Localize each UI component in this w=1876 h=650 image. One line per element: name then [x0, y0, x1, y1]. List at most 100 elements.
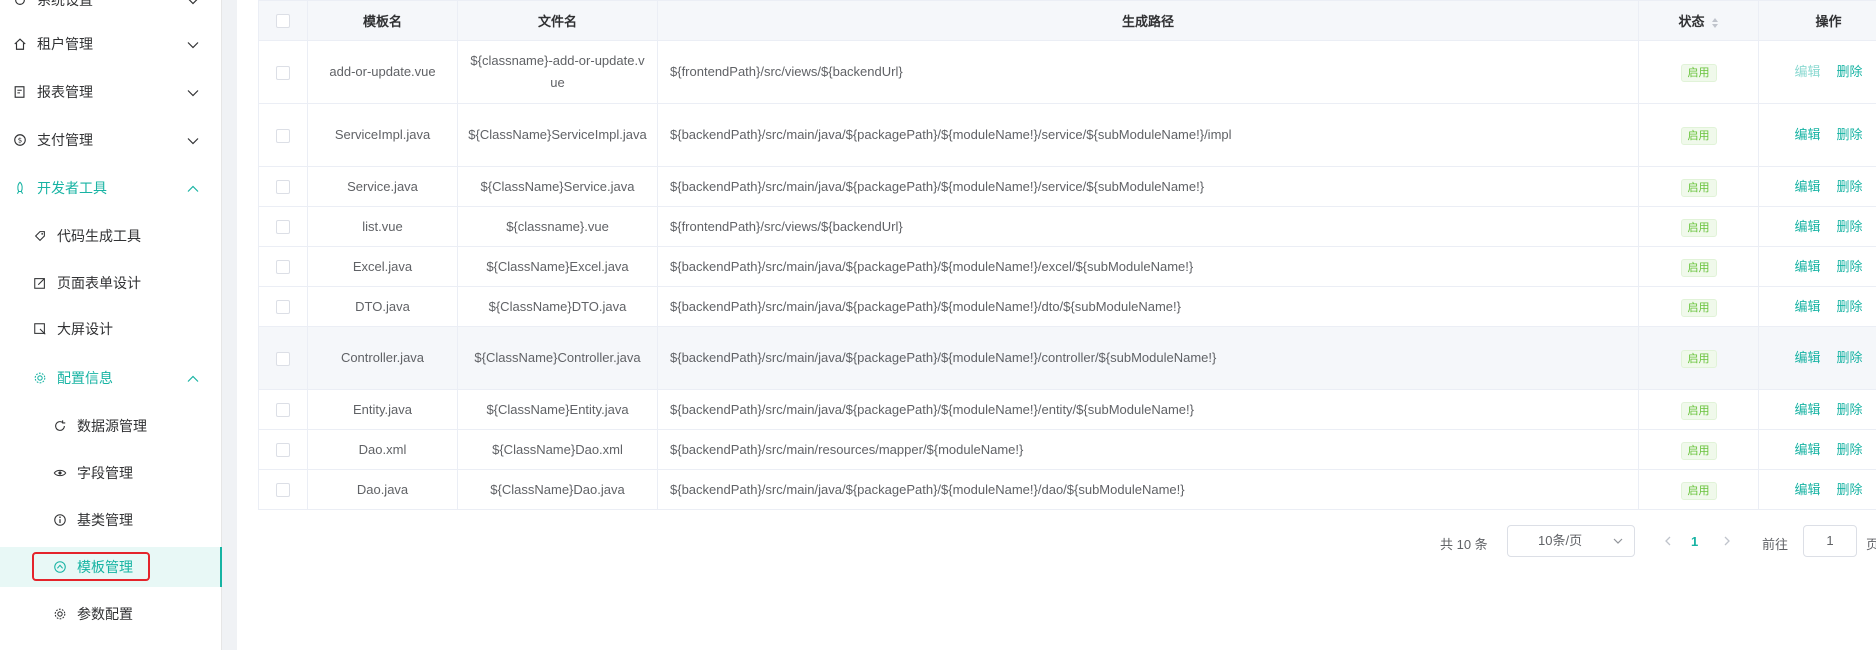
row-checkbox[interactable]	[276, 180, 290, 195]
sidebar-item-label: 数据源管理	[77, 418, 147, 434]
template-table: 模板名 文件名 生成路径 状态 操作 add-or-update.vue ${c…	[258, 0, 1876, 510]
cell-name: Service.java	[307, 166, 458, 207]
status-badge: 启用	[1680, 298, 1717, 317]
edit-button[interactable]: 编辑	[1794, 127, 1820, 142]
column-header-ops: 操作	[1758, 0, 1876, 41]
cell-file: ${ClassName}Controller.java	[457, 326, 658, 390]
column-header-path: 生成路径	[657, 0, 1639, 41]
goto-page-input[interactable]: 1	[1803, 525, 1857, 557]
gear-icon	[32, 370, 48, 386]
cell-name: Excel.java	[307, 246, 458, 287]
sidebar-item-codegen[interactable]: 代码生成工具	[0, 216, 222, 256]
screen-icon	[32, 321, 48, 337]
cell-file: ${ClassName}Excel.java	[457, 246, 658, 287]
table-row: Dao.xml ${ClassName}Dao.xml ${backendPat…	[258, 429, 1876, 470]
sidebar-item-datasource[interactable]: 数据源管理	[0, 406, 222, 446]
cell-path: ${backendPath}/src/main/java/${packagePa…	[657, 286, 1639, 327]
sidebar-item-label: 基类管理	[77, 512, 133, 528]
sidebar-item-tenant[interactable]: 租户管理	[0, 24, 222, 64]
table-row: Controller.java ${ClassName}Controller.j…	[258, 326, 1876, 390]
cell-name: Entity.java	[307, 389, 458, 430]
refresh-icon	[52, 418, 68, 434]
table-row: Dao.java ${ClassName}Dao.java ${backendP…	[258, 469, 1876, 510]
sidebar-item-report[interactable]: 报表管理	[0, 72, 222, 112]
delete-button[interactable]: 删除	[1837, 127, 1863, 142]
sidebar-item-label: 页面表单设计	[57, 275, 141, 291]
sidebar-item-payment[interactable]: $ 支付管理	[0, 120, 222, 160]
edit-button[interactable]: 编辑	[1794, 402, 1820, 417]
cell-path: ${backendPath}/src/main/java/${packagePa…	[657, 166, 1639, 207]
status-badge: 启用	[1680, 127, 1717, 145]
delete-button[interactable]: 删除	[1837, 64, 1863, 79]
info-icon	[52, 512, 68, 528]
cell-name: DTO.java	[307, 286, 458, 327]
rocket-icon	[12, 180, 28, 196]
column-header-status[interactable]: 状态	[1638, 0, 1759, 41]
edit-button[interactable]: 编辑	[1794, 350, 1820, 365]
edit-button[interactable]: 编辑	[1794, 299, 1820, 314]
delete-button[interactable]: 删除	[1837, 179, 1863, 194]
sidebar-item-field[interactable]: 字段管理	[0, 453, 222, 493]
prev-page-button[interactable]	[1662, 534, 1674, 548]
cell-file: ${ClassName}Dao.java	[457, 469, 658, 510]
sidebar-item-system-settings[interactable]: 系统设置	[0, 0, 222, 20]
delete-button[interactable]: 删除	[1837, 402, 1863, 417]
chevron-down-icon	[187, 42, 199, 49]
sidebar-item-label: 租户管理	[37, 36, 93, 52]
row-checkbox[interactable]	[276, 128, 290, 143]
delete-button[interactable]: 删除	[1837, 259, 1863, 274]
svg-text:$: $	[18, 137, 22, 145]
next-page-button[interactable]	[1721, 534, 1733, 548]
sidebar-item-form-design[interactable]: 页面表单设计	[0, 263, 222, 303]
edit-button[interactable]: 编辑	[1794, 482, 1820, 497]
sidebar-item-template[interactable]: 模板管理	[0, 547, 222, 587]
row-checkbox[interactable]	[276, 220, 290, 235]
chevron-up-icon	[187, 185, 199, 192]
cell-file: ${ClassName}Entity.java	[457, 389, 658, 430]
chevron-down-icon	[187, 138, 199, 145]
pagination: 共 10 条 10条/页 1 前往 1 页	[237, 522, 1876, 562]
edit-button[interactable]: 编辑	[1794, 259, 1820, 274]
tag-icon	[32, 228, 48, 244]
status-badge: 启用	[1680, 441, 1717, 460]
sidebar-item-label: 报表管理	[37, 84, 93, 100]
table-row: add-or-update.vue ${classname}-add-or-up…	[258, 40, 1876, 104]
sidebar-item-label: 配置信息	[57, 370, 113, 386]
cell-name: list.vue	[307, 206, 458, 247]
edit-button[interactable]: 编辑	[1794, 219, 1820, 234]
cell-file: ${ClassName}Service.java	[457, 166, 658, 207]
sidebar-item-screen-design[interactable]: 大屏设计	[0, 309, 222, 349]
row-checkbox[interactable]	[276, 300, 290, 315]
page-size-value: 10条/页	[1538, 533, 1583, 548]
row-checkbox[interactable]	[276, 260, 290, 275]
table-row: ServiceImpl.java ${ClassName}ServiceImpl…	[258, 103, 1876, 167]
page-number-current[interactable]: 1	[1691, 534, 1698, 549]
column-header-file: 文件名	[457, 0, 658, 41]
edit-button[interactable]: 编辑	[1794, 179, 1820, 194]
delete-button[interactable]: 删除	[1837, 350, 1863, 365]
edit-button[interactable]: 编辑	[1794, 442, 1820, 457]
delete-button[interactable]: 删除	[1837, 219, 1863, 234]
sidebar-item-label: 字段管理	[77, 465, 133, 481]
sidebar-item-config-info[interactable]: 配置信息	[0, 358, 222, 398]
row-checkbox[interactable]	[276, 483, 290, 498]
row-checkbox[interactable]	[276, 443, 290, 458]
report-icon	[12, 84, 28, 100]
main-content: 模板名 文件名 生成路径 状态 操作 add-or-update.vue ${c…	[237, 0, 1876, 650]
page-size-select[interactable]: 10条/页	[1507, 525, 1635, 557]
sort-icon[interactable]	[1711, 17, 1719, 29]
status-badge: 启用	[1680, 350, 1717, 368]
edit-button[interactable]: 编辑	[1794, 64, 1820, 79]
sidebar-item-developer-tools[interactable]: 开发者工具	[0, 168, 222, 208]
cell-path: ${backendPath}/src/main/java/${packagePa…	[657, 103, 1639, 167]
row-checkbox[interactable]	[276, 351, 290, 366]
sidebar-item-label: 大屏设计	[57, 321, 113, 337]
sidebar-item-params[interactable]: 参数配置	[0, 594, 222, 634]
row-checkbox[interactable]	[276, 65, 290, 80]
delete-button[interactable]: 删除	[1837, 299, 1863, 314]
delete-button[interactable]: 删除	[1837, 442, 1863, 457]
delete-button[interactable]: 删除	[1837, 482, 1863, 497]
sidebar-item-baseclass[interactable]: 基类管理	[0, 500, 222, 540]
select-all-checkbox[interactable]	[276, 14, 290, 29]
row-checkbox[interactable]	[276, 403, 290, 418]
